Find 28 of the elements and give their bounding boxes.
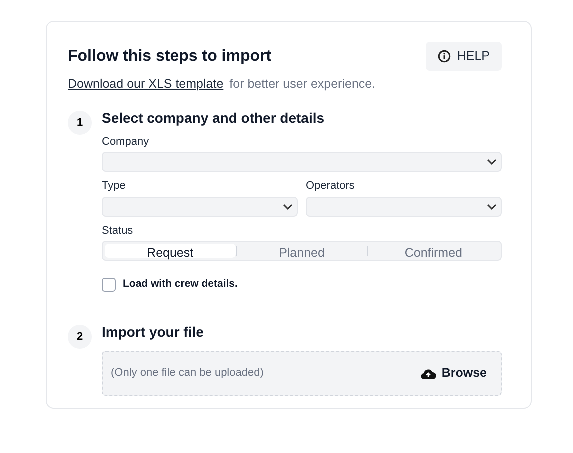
step-title: Import your file (102, 323, 205, 342)
checkbox-label: Load with crew details. (123, 277, 238, 292)
step-number: 2 (68, 325, 92, 349)
step-number: 1 (68, 110, 92, 135)
status-tab[interactable]: Confirmed (368, 244, 500, 258)
template-hint: for better user experience. (230, 76, 376, 93)
chevron-down-icon (487, 204, 497, 210)
template-link[interactable]: Download our XLS template (68, 75, 224, 94)
upload-dropzone[interactable]: (Only one file can be uploaded) Browse (102, 351, 502, 396)
help-button[interactable]: HELP (426, 42, 502, 71)
type-select[interactable] (102, 196, 298, 217)
status-tab[interactable]: Request (105, 244, 236, 258)
field-label: Type (102, 179, 127, 194)
chevron-down-icon (283, 204, 293, 210)
field-label: Operators (306, 179, 356, 194)
checkbox[interactable] (102, 278, 116, 292)
chevron-down-icon (487, 159, 497, 166)
cloud-upload-icon (420, 368, 436, 380)
field-label: Company (102, 134, 150, 150)
company-select[interactable] (102, 152, 502, 172)
info-icon (438, 50, 452, 63)
field-label: Status (102, 224, 134, 239)
step-title: Select company and other details (102, 108, 326, 128)
upload-hint: (Only one file can be uploaded) (111, 366, 264, 382)
status-tab[interactable]: Planned (236, 244, 368, 258)
operators-select[interactable] (306, 196, 502, 217)
page-title: Follow this steps to import (68, 47, 273, 67)
browse-button[interactable]: Browse (420, 364, 487, 383)
